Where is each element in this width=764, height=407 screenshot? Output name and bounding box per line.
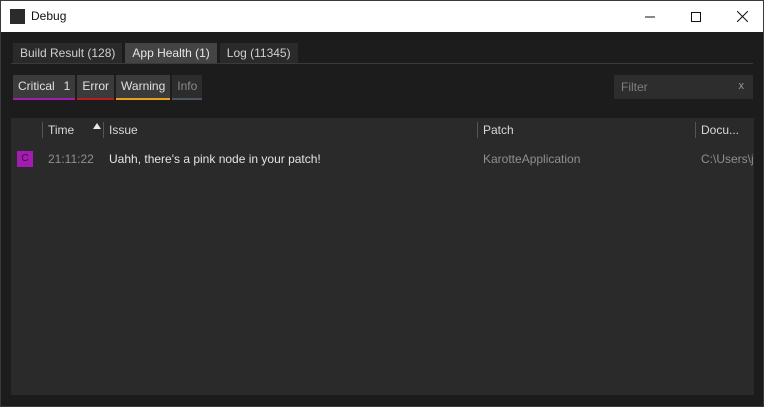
table-header: Time Issue Patch Docu... (11, 118, 754, 142)
maximize-icon (691, 11, 701, 22)
warning-indicator (116, 98, 171, 100)
row-document: C:\Users\j (701, 152, 754, 166)
tab-log[interactable]: Log (11345) (219, 43, 298, 63)
filter-box: x (614, 75, 753, 99)
sort-ascending-icon (93, 123, 101, 129)
app-icon (10, 9, 25, 24)
column-header-issue-label: Issue (109, 123, 138, 137)
clear-filter-button[interactable]: x (739, 80, 745, 92)
error-filter-label: Error (82, 79, 110, 93)
critical-indicator (13, 98, 76, 100)
error-filter-button[interactable]: Error (77, 75, 115, 100)
column-header-document-label: Docu... (701, 123, 740, 137)
row-time: 21:11:22 (48, 152, 94, 166)
maximize-button[interactable] (673, 1, 719, 32)
critical-filter-label: Critical (18, 79, 55, 93)
column-header-issue[interactable]: Issue (103, 122, 479, 138)
window-title: Debug (31, 9, 67, 23)
tab-divider (11, 63, 753, 64)
filter-input[interactable] (614, 75, 734, 99)
tab-bar: Build Result (128) App Health (1) Log (1… (13, 43, 298, 63)
critical-filter-button[interactable]: Critical 1 (13, 75, 76, 100)
warning-filter-label: Warning (121, 79, 166, 93)
error-indicator (77, 98, 115, 100)
column-header-patch-label: Patch (483, 123, 514, 137)
severity-filters: Critical 1 Error Warning Info (13, 75, 203, 100)
row-patch: KarotteApplication (483, 152, 581, 166)
info-filter-label: Info (177, 79, 198, 93)
close-icon (736, 11, 748, 22)
info-filter-button[interactable]: Info (172, 75, 203, 100)
close-button[interactable] (719, 1, 764, 32)
tab-build-result[interactable]: Build Result (128) (13, 43, 123, 63)
tab-app-health[interactable]: App Health (1) (125, 43, 217, 63)
column-header-time-label: Time (48, 123, 75, 137)
column-header-patch[interactable]: Patch (477, 122, 695, 138)
debug-window: Debug Build Result (128) App Health (1) … (0, 0, 764, 407)
critical-count: 1 (63, 79, 71, 93)
issues-table: Time Issue Patch Docu... C 21:11:22 Uahh… (11, 118, 754, 395)
table-row[interactable]: C 21:11:22 Uahh, there's a pink node in … (11, 148, 754, 170)
column-header-document[interactable]: Docu... (695, 122, 754, 138)
minimize-icon (645, 16, 655, 17)
critical-severity-icon: C (17, 151, 33, 167)
minimize-button[interactable] (627, 1, 673, 32)
info-indicator (172, 98, 203, 100)
title-bar[interactable]: Debug (1, 1, 763, 32)
warning-filter-button[interactable]: Warning (116, 75, 171, 100)
row-issue: Uahh, there's a pink node in your patch! (109, 152, 321, 166)
